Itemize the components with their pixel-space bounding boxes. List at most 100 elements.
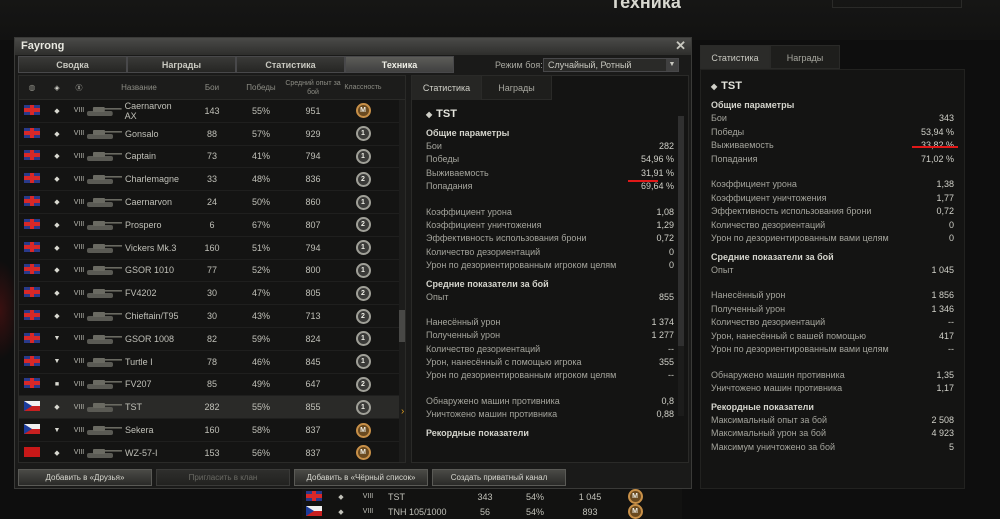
stat-value: 0,8: [661, 395, 674, 406]
tab-own-awards[interactable]: Награды: [770, 45, 840, 69]
stat-label: Урон, нанесённый с помощью игрока: [426, 357, 582, 368]
tab-statistics[interactable]: Статистика: [236, 56, 345, 73]
stat-label: Количество дезориентаций: [426, 343, 541, 354]
stat-label: Нанесённый урон: [711, 290, 786, 300]
stat-value: 1,77: [936, 192, 954, 203]
vehicle-stat-row: Победы 54,96 %: [426, 153, 674, 166]
mastery-badge-icon: 1: [355, 262, 371, 278]
create-channel-button[interactable]: Создать приватный канал: [432, 469, 566, 486]
mastery-badge-cell: 1: [343, 194, 383, 210]
stat-value: --: [668, 343, 674, 354]
tab-awards[interactable]: Награды: [127, 56, 236, 73]
tier-sort-icon[interactable]: Ⓧ: [69, 83, 89, 93]
scroll-thumb[interactable]: [678, 116, 684, 346]
vehicle-row[interactable]: ◆ VIII Caernarvon AX 143 55% 951 M: [19, 100, 405, 123]
vehicle-name: Captain: [125, 151, 157, 162]
battle-mode-select[interactable]: Случайный, Ротный ▼: [543, 58, 679, 72]
flag-uk-icon: [24, 310, 40, 321]
vehicle-wins: 54%: [525, 506, 544, 517]
vehicle-battles: 30: [206, 311, 217, 322]
tank-icon: [87, 198, 122, 208]
mastery-badge-cell: M: [620, 504, 650, 519]
header-battles[interactable]: Бои: [185, 83, 239, 92]
vehicle-row[interactable]: ▼ VIII Turtle I 78 46% 845 1: [19, 351, 405, 374]
chevron-down-icon[interactable]: ▼: [666, 59, 678, 71]
header-class[interactable]: Классность: [343, 84, 383, 91]
stat-label: Количество дезориентаций: [711, 219, 826, 230]
vehicle-wins: 52%: [251, 265, 270, 276]
nation-flag-icon: [302, 505, 326, 518]
vehicle-name: TNH 105/1000: [388, 506, 447, 517]
vehicle-name-cell: Turtle I: [87, 355, 185, 369]
background-vehicle-row: ◆ VIII TST 343 54% 1 045 M: [302, 489, 682, 504]
vehicle-battles: 160: [204, 425, 220, 436]
vehicle-row[interactable]: ■ VIII FV207 85 49% 647 2: [19, 374, 405, 397]
vehicle-battles: 33: [206, 174, 217, 185]
vehicle-row[interactable]: ◆ VIII Caernarvon 24 50% 860 1: [19, 191, 405, 214]
stat-value: 1,29: [656, 219, 674, 230]
stat-value: 31,91 %: [640, 167, 674, 178]
vehicle-row[interactable]: ◆ VIII TST 282 55% 855 1: [19, 396, 405, 420]
tab-vehicle-statistics[interactable]: Статистика: [412, 76, 482, 100]
window-titlebar[interactable]: Fayrong ✕: [15, 38, 691, 55]
vehicle-avg-xp: 794: [305, 242, 321, 253]
scroll-thumb[interactable]: [399, 310, 405, 342]
vehicle-battles: 282: [204, 402, 220, 413]
vehicle-wins: 51%: [251, 242, 270, 253]
tab-vehicle-awards[interactable]: Награды: [482, 76, 552, 100]
header-name[interactable]: Название: [89, 83, 185, 92]
tank-icon: [87, 312, 122, 322]
vehicle-tier: VIII: [362, 508, 374, 515]
nation-flag-icon: [19, 104, 45, 117]
add-friend-button[interactable]: Добавить в «Друзья»: [18, 469, 152, 486]
add-blacklist-button[interactable]: Добавить в «Чёрный список»: [294, 469, 428, 486]
vehicle-battles: 24: [206, 197, 217, 208]
vehicle-name: WZ-57-I: [125, 447, 158, 458]
own-vehicle-name: TST: [721, 80, 742, 92]
own-stat-row: Урон по дезориентированным вами целям --: [711, 343, 954, 357]
mastery-badge-cell: 2: [343, 217, 383, 233]
vehicle-row[interactable]: ◆ VIII WZ-57-I 153 56% 837 M: [19, 442, 405, 462]
vehicle-row[interactable]: ◆ VIII Chieftain/T95 30 43% 713 2: [19, 305, 405, 328]
stat-value: 54,96 %: [640, 154, 674, 165]
stat-label: Попадания: [711, 153, 758, 164]
stat-value: 0,72: [936, 206, 954, 216]
stat-label: Коэффициент уничтожения: [711, 192, 827, 203]
stat-label: Победы: [711, 126, 745, 137]
nation-flag-icon: [19, 424, 45, 436]
tab-vehicles[interactable]: Техника: [345, 56, 454, 73]
vehicle-row[interactable]: ◆ VIII Captain 73 41% 794 1: [19, 146, 405, 169]
tank-icon: [87, 403, 122, 413]
vehicle-name-cell: Caernarvon: [87, 195, 185, 209]
vehicle-row[interactable]: ◆ VIII FV4202 30 47% 805 2: [19, 282, 405, 306]
vehicle-stat-row: Эффективность использования брони 0,72: [426, 232, 674, 245]
vehicle-row[interactable]: ▼ VIII GSOR 1008 82 59% 824 1: [19, 328, 405, 351]
vehicle-row[interactable]: ◆ VIII Prospero 6 67% 807 2: [19, 214, 405, 237]
stat-value: 1,35: [936, 369, 954, 380]
own-stat-row: Максимум уничтожено за бой 5: [711, 441, 954, 455]
header-xp[interactable]: Средний опыт за бой: [283, 79, 343, 97]
vehicle-tier: VIII: [362, 493, 374, 500]
vehicle-stats-scrollbar[interactable]: [678, 116, 684, 416]
stat-label: Победы: [426, 154, 460, 165]
vehicle-row[interactable]: ◆ VIII Vickers Mk.3 160 51% 794 1: [19, 237, 405, 260]
header-wins[interactable]: Победы: [239, 83, 283, 92]
tab-summary[interactable]: Сводка: [18, 56, 127, 73]
invite-clan-button[interactable]: Пригласить в клан: [156, 469, 290, 486]
nation-sort-icon[interactable]: ◍: [19, 83, 45, 92]
vehicle-row[interactable]: ◆ VIII GSOR 1010 77 52% 800 1: [19, 260, 405, 283]
tab-own-statistics[interactable]: Статистика: [700, 45, 770, 69]
vehicle-row[interactable]: ◆ VIII Gonsalo 88 57% 929 1: [19, 123, 405, 146]
close-icon[interactable]: ✕: [675, 38, 686, 54]
vehicle-row[interactable]: ▼ VIII Sekera 160 58% 837 M: [19, 419, 405, 442]
vehicle-row[interactable]: ◆ VIII Charlemagne 33 48% 836 2: [19, 168, 405, 192]
own-general-title: Общие параметры: [711, 100, 795, 110]
vehicle-avg-xp: 807: [305, 219, 321, 230]
vehicle-wins: 57%: [251, 128, 270, 139]
vehicle-battles: 78: [206, 356, 217, 367]
type-sort-icon[interactable]: ◈: [45, 84, 69, 92]
